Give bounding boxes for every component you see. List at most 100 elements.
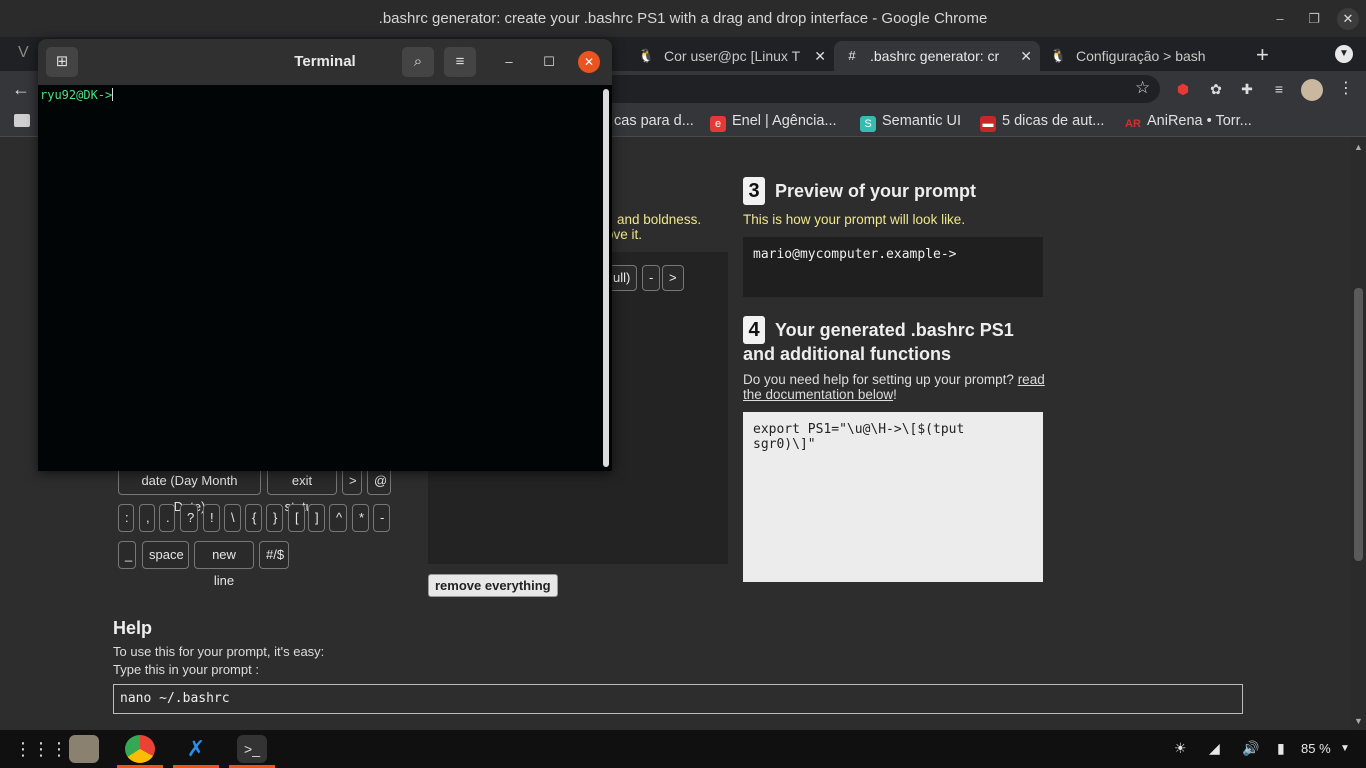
reading-list-icon[interactable]: ≡ <box>1270 80 1288 98</box>
help-heading: Help <box>113 618 153 638</box>
new-tab-button[interactable]: + <box>1256 42 1269 68</box>
step2-hint: and boldness. <box>617 212 702 227</box>
taskbar: ⋮⋮⋮ ✗ >_ ☀ ◢ 🔊 ▮ 85 % ▼ <box>0 730 1366 768</box>
dropped-element[interactable]: - <box>642 265 661 291</box>
tab-search-icon[interactable]: ▼ <box>1335 45 1353 63</box>
element-backslash[interactable]: \ <box>224 504 241 532</box>
terminal-output[interactable]: ryu92@DK-> <box>38 85 604 471</box>
chrome-icon[interactable] <box>125 735 155 763</box>
system-menu-icon[interactable]: ▼ <box>1340 743 1350 754</box>
docs-link[interactable]: the documentation below <box>743 387 893 402</box>
bookmark-item[interactable]: ▬ 5 dicas de aut... <box>980 113 1104 132</box>
element-dash[interactable]: - <box>373 504 390 532</box>
element-asterisk[interactable]: * <box>352 504 369 532</box>
bashrc-favicon: # <box>848 48 856 63</box>
terminal-scrollbar[interactable] <box>603 89 609 467</box>
remove-everything-button[interactable]: remove everything <box>428 574 558 597</box>
step3-title: Preview of your prompt <box>775 181 977 201</box>
close-button[interactable]: ✕ <box>578 51 600 73</box>
scroll-up-arrow[interactable]: ▲ <box>1354 142 1363 152</box>
hamburger-menu-icon[interactable]: ≡ <box>444 47 476 77</box>
maximize-button[interactable]: ☐ <box>538 51 560 73</box>
tab-label: .bashrc generator: cr <box>870 48 1000 64</box>
volume-icon[interactable]: 🔊 <box>1242 740 1259 757</box>
step4-title-cont: and additional functions <box>743 344 951 364</box>
element-caret[interactable]: ^ <box>329 504 347 532</box>
profile-avatar[interactable] <box>1301 79 1323 101</box>
element-date[interactable]: date (Day Month Date) <box>118 467 261 514</box>
chrome-titlebar: .bashrc generator: create your .bashrc P… <box>0 0 1366 37</box>
news-icon: ▬ <box>980 116 996 132</box>
close-button[interactable]: ✕ <box>1337 8 1359 30</box>
help-code-box[interactable]: nano ~/.bashrc <box>113 684 1243 714</box>
window-title: .bashrc generator: create your .bashrc P… <box>378 10 988 27</box>
bookmark-item[interactable]: e Enel | Agência... <box>710 113 837 132</box>
tab-configuracao[interactable]: 🐧 Configuração > bash <box>1040 41 1246 71</box>
app-grid-icon[interactable]: ⋮⋮⋮ <box>14 735 68 763</box>
extensions-puzzle-icon[interactable]: ✚ <box>1238 80 1256 98</box>
step4-help-text: Do you need help for setting up your pro… <box>743 372 1045 387</box>
minimize-button[interactable]: – <box>1269 8 1291 30</box>
element-open-bracket[interactable]: [ <box>288 504 305 532</box>
bookmark-item[interactable]: S Semantic UI <box>860 113 961 132</box>
text-cursor <box>112 88 114 101</box>
files-icon[interactable] <box>69 735 99 763</box>
element-new-line[interactable]: new line <box>194 541 254 588</box>
bookmark-star-icon[interactable]: ☆ <box>1135 78 1150 98</box>
element-comma[interactable]: , <box>139 504 155 532</box>
element-colon[interactable]: : <box>118 504 134 532</box>
generated-code-textarea[interactable]: export PS1="\u@\H->\[$(tput sgr0)\]" <box>743 412 1043 582</box>
close-icon[interactable]: ✕ <box>814 41 826 71</box>
page-scrollbar[interactable]: ▲ ▼ <box>1351 138 1366 730</box>
step-number: 4 <box>743 316 765 344</box>
terminal-icon[interactable]: >_ <box>237 735 267 763</box>
brightness-icon[interactable]: ☀ <box>1174 740 1187 757</box>
terminal-title: Terminal <box>294 53 356 70</box>
scroll-thumb[interactable] <box>1354 288 1363 561</box>
bookmark-item[interactable]: cas para d... <box>614 113 694 129</box>
tab-bashrc-generator[interactable]: # .bashrc generator: cr ✕ <box>834 41 1040 71</box>
minimize-button[interactable]: – <box>498 51 520 73</box>
wifi-icon[interactable]: ◢ <box>1209 740 1220 757</box>
back-arrow-icon[interactable]: ← <box>12 79 30 100</box>
shell-prompt: ryu92@DK-> <box>40 88 113 102</box>
tab-linux-user[interactable]: 🐧 Cor user@pc [Linux T ✕ <box>628 41 834 71</box>
prompt-preview: mario@mycomputer.example-> <box>743 237 1043 297</box>
tux-icon: 🐧 <box>1050 48 1067 63</box>
vivaldi-like-icon: V <box>18 44 29 61</box>
bookmark-item[interactable]: AR AniRena • Torr... <box>1125 113 1252 132</box>
element-exit-status[interactable]: exit status <box>267 467 337 514</box>
step3-subtitle: This is how your prompt will look like. <box>743 212 966 227</box>
step-number: 3 <box>743 177 765 205</box>
element-underscore[interactable]: _ <box>118 541 136 569</box>
element-at[interactable]: @ <box>367 467 391 495</box>
search-icon[interactable]: ⌕ <box>402 47 434 77</box>
battery-icon[interactable]: ▮ <box>1277 740 1285 757</box>
close-icon[interactable]: ✕ <box>1020 41 1032 71</box>
folder-icon[interactable] <box>14 114 30 127</box>
element-close-bracket[interactable]: ] <box>308 504 325 532</box>
element-gt[interactable]: > <box>342 467 362 495</box>
vscode-icon[interactable]: ✗ <box>181 735 211 763</box>
dropped-element[interactable]: > <box>662 265 684 291</box>
element-exclamation[interactable]: ! <box>203 504 220 532</box>
element-dot[interactable]: . <box>159 504 175 532</box>
terminal-window[interactable]: ⊞ Terminal ⌕ ≡ – ☐ ✕ ryu92@DK-> <box>38 39 612 471</box>
adblock-icon[interactable]: ⬢ <box>1174 80 1192 98</box>
gnome-icon[interactable]: ✿ <box>1207 80 1225 98</box>
element-hash-dollar[interactable]: #/$ <box>259 541 289 569</box>
help-text: Type this in your prompt : <box>113 662 259 677</box>
chrome-menu-icon[interactable]: ⋮ <box>1338 78 1354 98</box>
step4-help-text-cont: the documentation below! <box>743 387 897 402</box>
element-close-brace[interactable]: } <box>266 504 283 532</box>
address-bar[interactable] <box>600 75 1160 103</box>
element-open-brace[interactable]: { <box>245 504 262 532</box>
terminal-headerbar: ⊞ Terminal ⌕ ≡ – ☐ ✕ <box>38 39 612 85</box>
element-question[interactable]: ? <box>180 504 198 532</box>
docs-link[interactable]: read <box>1018 372 1045 387</box>
scroll-down-arrow[interactable]: ▼ <box>1354 716 1363 726</box>
anirena-icon: AR <box>1125 118 1141 130</box>
maximize-button[interactable]: ❐ <box>1303 8 1325 30</box>
element-space[interactable]: space <box>142 541 189 569</box>
tux-icon: 🐧 <box>638 48 655 63</box>
